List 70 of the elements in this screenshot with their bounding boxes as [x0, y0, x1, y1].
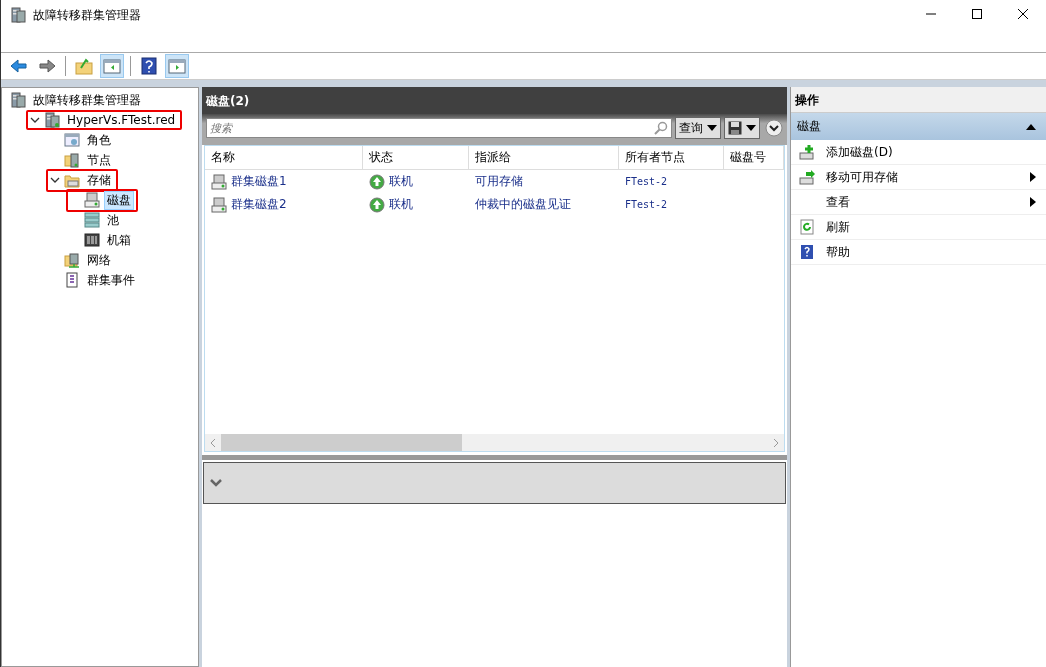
actions-title: 操作	[791, 87, 1046, 113]
back-arrow-icon	[9, 56, 29, 76]
horizontal-scrollbar[interactable]	[205, 434, 784, 451]
pane-title: 磁盘(2)	[202, 87, 787, 114]
table-cell: 群集磁盘2	[231, 196, 287, 213]
scroll-left-icon[interactable]	[209, 437, 217, 448]
tree-item[interactable]: 存储	[84, 170, 114, 190]
cluster-servers-icon	[10, 92, 26, 108]
table-cell: 仲裁中的磁盘见证	[475, 196, 571, 213]
query-button[interactable]: 查询	[675, 117, 721, 139]
pane-toggle-icon	[167, 56, 187, 76]
event-log-icon	[64, 272, 80, 288]
dropdown-arrow-icon	[746, 125, 756, 131]
action-link[interactable]: 添加磁盘(D)	[826, 143, 1036, 161]
tree-item[interactable]: 节点	[84, 150, 114, 170]
disk-drive-icon	[211, 173, 227, 190]
forward-arrow-icon	[37, 56, 57, 76]
disk-drive-icon	[84, 192, 100, 208]
help-icon	[139, 56, 159, 76]
help-icon	[799, 244, 815, 260]
disk-drive-icon	[211, 196, 227, 213]
collapse-arrow-icon[interactable]	[1026, 123, 1036, 130]
actions-section-header[interactable]: 磁盘	[791, 113, 1046, 140]
table-cell: 可用存储	[475, 173, 523, 190]
column-header[interactable]: 状态	[363, 146, 469, 170]
folder-up-icon	[74, 56, 94, 76]
table-cell: FTest-2	[625, 176, 668, 187]
folder-drive-icon	[64, 172, 80, 188]
scrollbar-thumb[interactable]	[221, 434, 462, 451]
move-disk-icon	[799, 169, 815, 185]
show-tree-button[interactable]	[100, 54, 124, 78]
table-cell: 联机	[389, 196, 413, 213]
action-link[interactable]: 帮助	[826, 243, 1036, 261]
cluster-servers-icon	[44, 112, 60, 128]
pane-toggle-icon	[102, 56, 122, 76]
folder-server-icon	[64, 152, 80, 168]
column-header[interactable]: 所有者节点	[619, 146, 724, 170]
tree-item[interactable]: 网络	[84, 250, 114, 270]
dropdown-arrow-icon	[707, 125, 717, 131]
action-link[interactable]: 查看	[826, 193, 1019, 211]
action-link[interactable]: 刷新	[826, 218, 1036, 236]
column-header[interactable]: 磁盘号	[724, 146, 784, 170]
save-query-button[interactable]	[724, 117, 760, 139]
tree-item[interactable]: 群集事件	[84, 270, 138, 290]
tree-item[interactable]: 故障转移群集管理器	[30, 90, 144, 110]
expanded-caret-icon[interactable]	[50, 175, 60, 185]
table-cell: FTest-2	[625, 199, 668, 210]
enclosure-icon	[84, 232, 100, 248]
tree-item[interactable]: 角色	[84, 130, 114, 150]
scroll-right-icon[interactable]	[772, 437, 780, 448]
tree-item[interactable]: 池	[104, 210, 122, 230]
add-disk-icon	[799, 144, 815, 160]
table-cell: 联机	[389, 173, 413, 190]
tree-item[interactable]: 磁盘	[104, 190, 134, 210]
expand-chevron-icon[interactable]	[765, 119, 783, 137]
window-title: 故障转移群集管理器	[33, 6, 142, 24]
expanded-caret-icon[interactable]	[30, 115, 40, 125]
window-gear-icon	[64, 132, 80, 148]
folder-network-icon	[64, 252, 80, 268]
storage-pool-icon	[84, 212, 100, 228]
action-link[interactable]: 移动可用存储	[826, 168, 1019, 186]
search-field[interactable]: 搜索	[206, 118, 672, 138]
tree-item[interactable]: 机箱	[104, 230, 134, 250]
cluster-servers-icon	[10, 7, 26, 23]
tree-item[interactable]: HyperVs.FTest.red	[64, 112, 179, 128]
table-cell: 群集磁盘1	[231, 173, 287, 190]
search-icon[interactable]	[654, 121, 668, 135]
column-header[interactable]: 指派给	[469, 146, 619, 170]
column-header[interactable]: 名称	[205, 146, 363, 170]
refresh-icon	[799, 219, 815, 235]
